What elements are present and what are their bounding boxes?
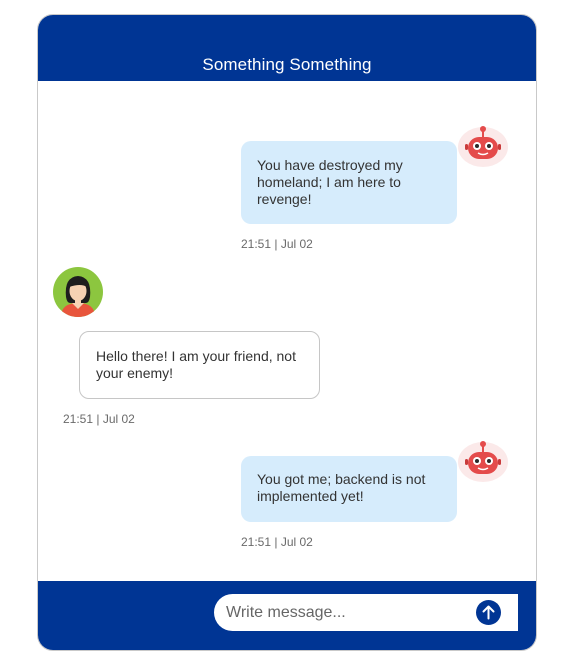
woman-avatar-icon bbox=[53, 267, 103, 317]
message-text: Hello there! I am your friend, not your … bbox=[96, 348, 296, 381]
chat-header: Something Something bbox=[38, 15, 536, 81]
message-bubble-user: Hello there! I am your friend, not your … bbox=[79, 331, 320, 399]
message-bubble-bot: You have destroyed my homeland; I am her… bbox=[241, 141, 457, 224]
arrow-up-icon bbox=[482, 605, 495, 620]
robot-icon bbox=[458, 125, 508, 169]
message-text: You have destroyed my homeland; I am her… bbox=[257, 157, 403, 207]
send-button[interactable] bbox=[476, 600, 501, 625]
message-bubble-bot: You got me; backend is not implemented y… bbox=[241, 456, 457, 522]
message-list: You have destroyed my homeland; I am her… bbox=[38, 81, 536, 581]
message-input-wrapper bbox=[214, 594, 518, 631]
message-timestamp: 21:51 | Jul 02 bbox=[241, 535, 313, 549]
message-timestamp: 21:51 | Jul 02 bbox=[241, 237, 313, 251]
message-input[interactable] bbox=[226, 594, 466, 631]
chat-title: Something Something bbox=[202, 55, 372, 74]
message-text: You got me; backend is not implemented y… bbox=[257, 471, 426, 504]
message-timestamp: 21:51 | Jul 02 bbox=[63, 412, 135, 426]
composer-bar bbox=[38, 581, 536, 650]
chat-window: Something Something You have destroyed m… bbox=[37, 14, 537, 651]
robot-icon bbox=[458, 440, 508, 484]
